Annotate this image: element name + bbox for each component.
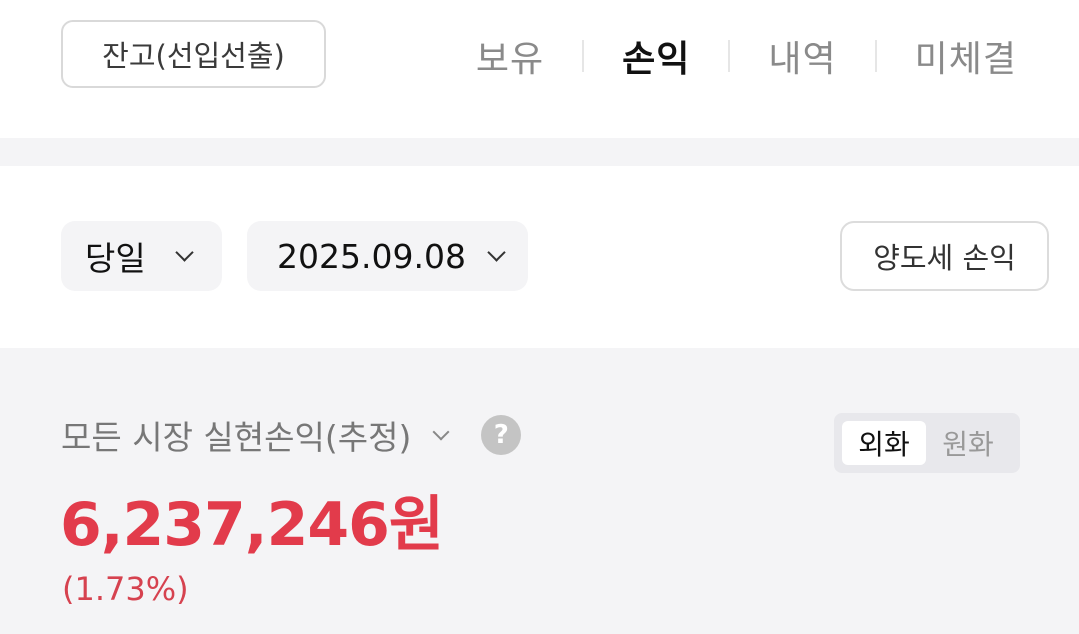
tab-divider [582,40,585,72]
period-label: 당일 [85,239,146,278]
tab-profit-loss[interactable]: 손익 [622,30,690,82]
realized-profit-rate: (1.73%) [62,570,189,608]
currency-foreign-option[interactable]: 외화 [842,421,926,465]
date-label: 2025.09.08 [277,236,466,276]
filter-bar: 당일 2025.09.08 양도세 손익 [0,166,1079,348]
chevron-down-icon [432,423,450,441]
tab-divider [874,40,877,72]
summary-title: 모든 시장 실현손익(추정) [61,418,412,457]
capital-gains-tax-button[interactable]: 양도세 손익 [840,221,1049,291]
chevron-down-icon [487,242,506,262]
currency-krw-option[interactable]: 원화 [926,421,1010,465]
summary-title-dropdown[interactable]: 모든 시장 실현손익(추정) ? [61,411,522,459]
tab-bar: 보유 손익 내역 미체결 [476,28,1017,84]
realized-profit-summary: 모든 시장 실현손익(추정) ? 외화 원화 6,237,246원 (1.73%… [0,348,1079,634]
balance-fifo-button[interactable]: 잔고(선입선출) [61,20,326,88]
tab-holdings[interactable]: 보유 [476,30,544,82]
period-dropdown[interactable]: 당일 [61,221,222,291]
tab-history[interactable]: 내역 [768,30,836,82]
chevron-down-icon [175,242,194,262]
tab-divider [728,40,731,72]
date-dropdown[interactable]: 2025.09.08 [247,221,528,291]
currency-toggle: 외화 원화 [834,413,1020,473]
realized-profit-amount: 6,237,246원 [60,490,444,560]
section-divider [0,138,1079,166]
help-icon[interactable]: ? [481,415,522,455]
top-bar: 잔고(선입선출) 보유 손익 내역 미체결 [0,0,1079,138]
tab-unfilled[interactable]: 미체결 [915,30,1017,82]
